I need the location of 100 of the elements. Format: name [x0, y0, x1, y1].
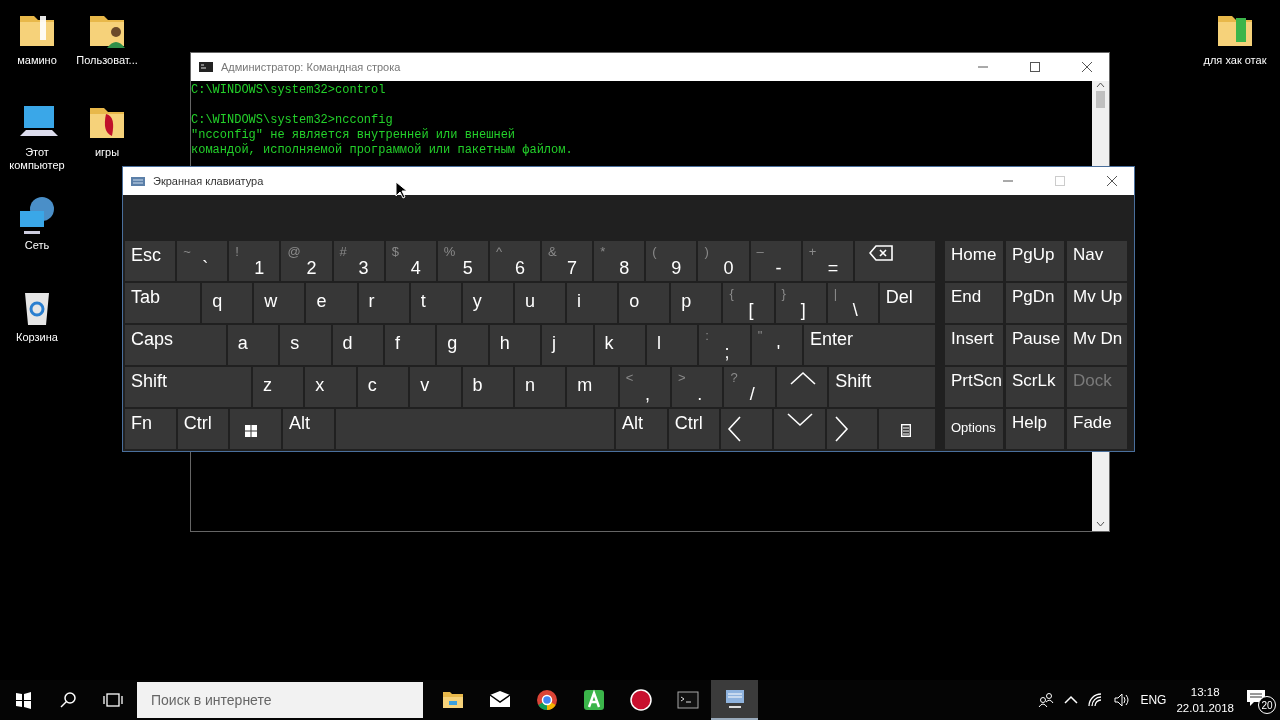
- key[interactable]: Ctrl: [668, 409, 720, 449]
- key[interactable]: Mv Dn: [1067, 325, 1127, 365]
- key[interactable]: t: [410, 283, 461, 323]
- clock-date[interactable]: 22.01.2018: [1176, 700, 1234, 716]
- icon-label[interactable]: Пользоват...: [76, 54, 138, 67]
- icon-label[interactable]: игры: [94, 146, 120, 159]
- key[interactable]: y: [462, 283, 513, 323]
- taskbar-app[interactable]: [711, 680, 758, 720]
- key[interactable]: e: [306, 283, 357, 323]
- key[interactable]: [826, 409, 878, 449]
- scroll-thumb[interactable]: [1096, 91, 1105, 108]
- key[interactable]: Help: [1006, 409, 1064, 449]
- key[interactable]: Fn: [125, 409, 176, 449]
- key[interactable]: PgDn: [1006, 283, 1064, 323]
- key[interactable]: Alt: [616, 409, 667, 449]
- key[interactable]: < ,: [619, 367, 671, 407]
- key[interactable]: Options: [945, 409, 1003, 449]
- chevron-left-icon: [727, 416, 742, 442]
- key[interactable]: b: [462, 367, 513, 407]
- key[interactable]: h: [489, 325, 541, 365]
- key[interactable]: n: [514, 367, 566, 407]
- key[interactable]: a: [227, 325, 279, 365]
- key[interactable]: u: [514, 283, 566, 323]
- key[interactable]: i: [567, 283, 618, 323]
- key[interactable]: { [: [723, 283, 774, 323]
- key[interactable]: w: [254, 283, 305, 323]
- icon-label[interactable]: Сеть: [24, 239, 50, 252]
- key[interactable]: Esc: [125, 241, 176, 281]
- key[interactable]: ~ `: [177, 241, 228, 281]
- key[interactable]: ( 9: [646, 241, 697, 281]
- key[interactable]: ^ 6: [489, 241, 540, 281]
- key[interactable]: f: [384, 325, 436, 365]
- icon-label[interactable]: мамино: [17, 54, 57, 67]
- key[interactable]: ! 1: [229, 241, 280, 281]
- volume-icon[interactable]: [1114, 693, 1131, 707]
- key[interactable]: } ]: [775, 283, 826, 323]
- key[interactable]: Home: [945, 241, 1003, 281]
- key[interactable]: [854, 241, 935, 281]
- key[interactable]: j: [542, 325, 593, 365]
- key[interactable]: o: [619, 283, 670, 323]
- key[interactable]: g: [437, 325, 488, 365]
- key[interactable]: > .: [672, 367, 723, 407]
- key[interactable]: ? /: [724, 367, 775, 407]
- keyboard-icon: [131, 176, 145, 186]
- key[interactable]: Alt: [282, 409, 334, 449]
- key[interactable]: & 7: [542, 241, 593, 281]
- key[interactable]: PgUp: [1006, 241, 1064, 281]
- key[interactable]: $ 4: [385, 241, 436, 281]
- key[interactable]: [776, 367, 828, 407]
- key[interactable]: v: [410, 367, 461, 407]
- key[interactable]: * 8: [594, 241, 645, 281]
- icon-label[interactable]: Корзина: [16, 331, 58, 344]
- key[interactable]: @ 2: [281, 241, 332, 281]
- key[interactable]: s: [280, 325, 331, 365]
- icon-label[interactable]: Этот компьютер: [0, 146, 74, 172]
- key[interactable]: [774, 409, 825, 449]
- key[interactable]: Fade: [1067, 409, 1127, 449]
- key[interactable]: Insert: [945, 325, 1003, 365]
- key[interactable]: % 5: [437, 241, 488, 281]
- key[interactable]: End: [945, 283, 1003, 323]
- task-view-icon: [102, 692, 123, 708]
- key[interactable]: d: [332, 325, 383, 365]
- key[interactable]: [230, 409, 281, 449]
- key[interactable]: p: [671, 283, 722, 323]
- key[interactable]: k: [594, 325, 645, 365]
- key[interactable]: z: [252, 367, 304, 407]
- people-icon[interactable]: [1038, 692, 1055, 708]
- key[interactable]: Shift: [125, 367, 251, 407]
- key[interactable]: c: [357, 367, 409, 407]
- search-field[interactable]: Поиск в интернете: [137, 682, 423, 718]
- key[interactable]: q: [202, 283, 253, 323]
- key[interactable]: m: [567, 367, 618, 407]
- key[interactable]: – -: [750, 241, 801, 281]
- key[interactable]: Pause: [1006, 325, 1064, 365]
- key[interactable]: Ctrl: [177, 409, 229, 449]
- icon-label[interactable]: для хак отак: [1203, 54, 1267, 67]
- key[interactable]: ) 0: [698, 241, 749, 281]
- language-indicator[interactable]: ENG: [1140, 691, 1167, 709]
- key[interactable]: # 3: [333, 241, 384, 281]
- key[interactable]: Mv Up: [1067, 283, 1127, 323]
- key[interactable]: : ;: [699, 325, 750, 365]
- key[interactable]: Shift: [829, 367, 936, 407]
- key[interactable]: [879, 409, 935, 449]
- key[interactable]: [721, 409, 772, 449]
- key[interactable]: + =: [802, 241, 853, 281]
- key[interactable]: Del: [879, 283, 935, 323]
- chevron-up-icon[interactable]: [1064, 695, 1079, 705]
- key[interactable]: Tab: [125, 283, 201, 323]
- scroll-up-icon[interactable]: [1096, 81, 1105, 89]
- key[interactable]: Caps: [125, 325, 226, 365]
- key[interactable]: " ': [751, 325, 803, 365]
- key[interactable]: ScrLk: [1006, 367, 1064, 407]
- key[interactable]: Nav: [1067, 241, 1127, 281]
- key[interactable]: x: [305, 367, 356, 407]
- key[interactable]: r: [358, 283, 409, 323]
- key[interactable]: | \: [827, 283, 878, 323]
- key[interactable]: PrtScn: [945, 367, 1003, 407]
- clock-time[interactable]: 13:18: [1190, 684, 1220, 700]
- key[interactable]: l: [646, 325, 698, 365]
- key[interactable]: Enter: [804, 325, 936, 365]
